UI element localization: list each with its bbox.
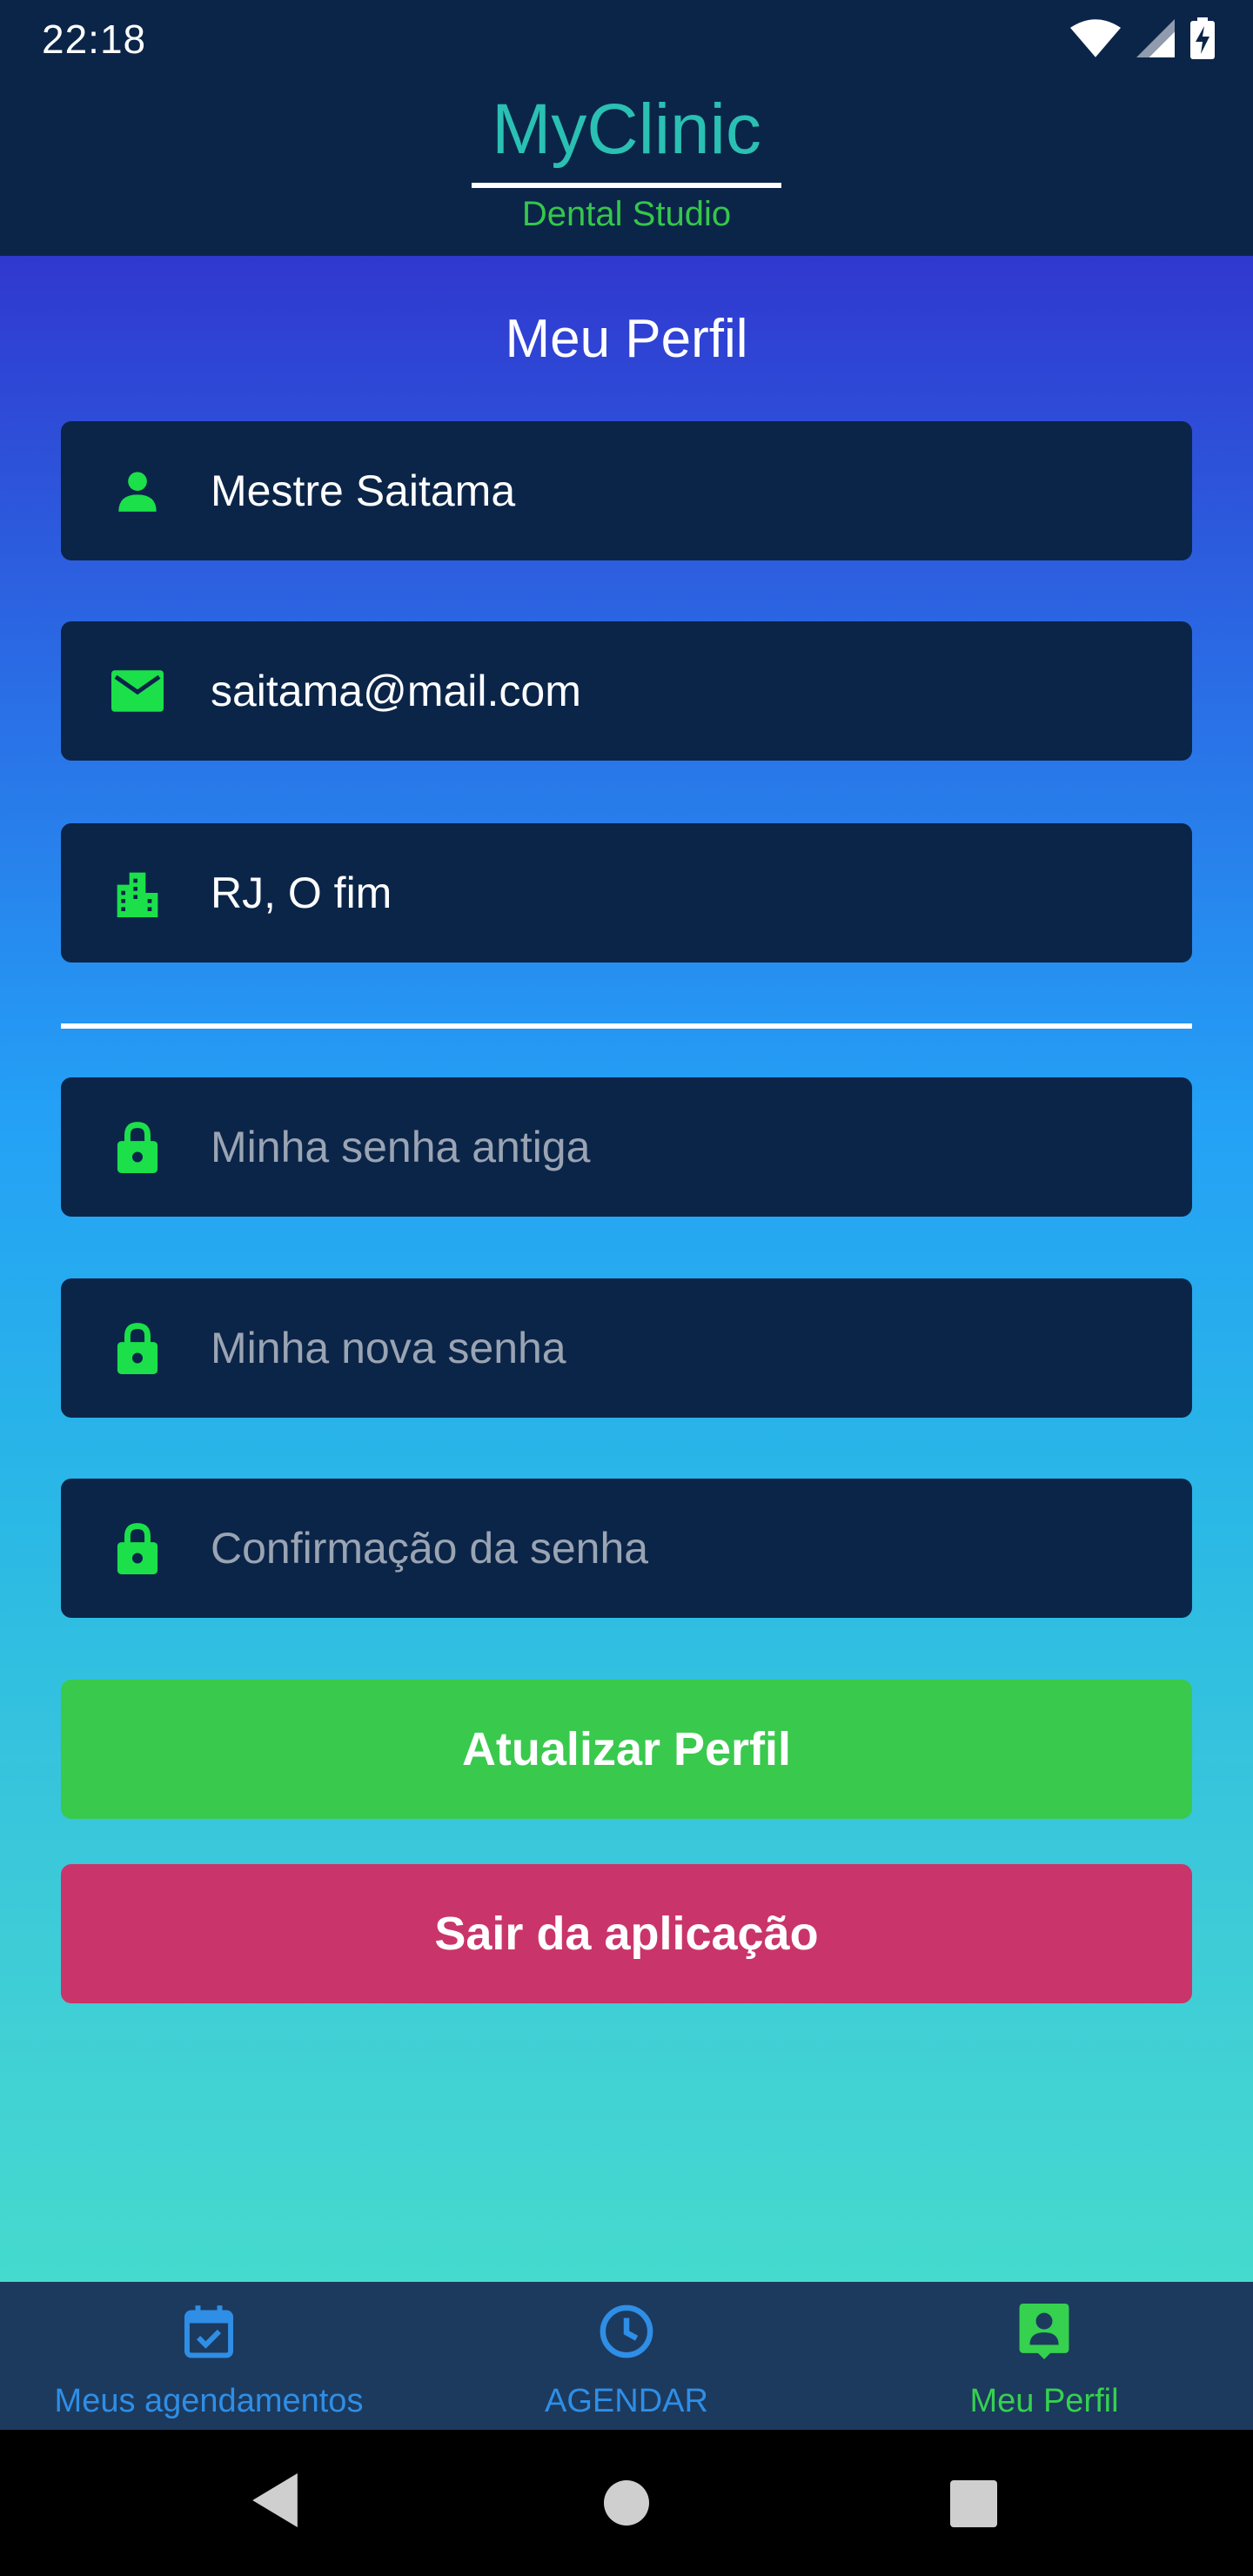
profile-content: Meu Perfil Mestre Saitama saitama@mail.c…: [0, 256, 1253, 2282]
lock-icon: [111, 1522, 164, 1574]
app-title: MyClinic: [492, 90, 761, 169]
old-password-placeholder: Minha senha antiga: [211, 1123, 591, 1171]
mail-icon: [111, 665, 164, 717]
page-title: Meu Perfil: [505, 309, 748, 369]
exit-app-button[interactable]: Sair da aplicação: [61, 1864, 1192, 2003]
section-divider: [61, 1023, 1192, 1029]
new-password-field[interactable]: Minha nova senha: [61, 1278, 1192, 1418]
person-icon: [111, 465, 164, 517]
address-field[interactable]: RJ, O fim: [61, 823, 1192, 963]
address-value: RJ, O fim: [211, 869, 392, 917]
wifi-icon: [1070, 19, 1121, 62]
app-header: MyClinic Dental Studio: [0, 77, 1253, 256]
nav-item-schedule[interactable]: AGENDAR: [418, 2282, 835, 2430]
app-subtitle: Dental Studio: [521, 195, 732, 233]
update-profile-button[interactable]: Atualizar Perfil: [61, 1680, 1192, 1819]
nav-label-my-profile: Meu Perfil: [969, 2383, 1119, 2419]
nav-item-my-appointments[interactable]: Meus agendamentos: [0, 2282, 418, 2430]
back-icon[interactable]: [252, 2473, 298, 2532]
new-password-placeholder: Minha nova senha: [211, 1324, 566, 1372]
battery-charging-icon: [1190, 17, 1215, 64]
name-value: Mestre Saitama: [211, 466, 516, 515]
nav-label-schedule: AGENDAR: [545, 2383, 708, 2419]
profile-card-icon: [1015, 2303, 1073, 2360]
title-underline: [472, 183, 781, 188]
confirm-password-placeholder: Confirmação da senha: [211, 1524, 649, 1573]
building-icon: [111, 867, 164, 919]
home-icon[interactable]: [604, 2480, 649, 2526]
recent-apps-icon[interactable]: [950, 2480, 997, 2527]
signal-icon: [1136, 19, 1175, 62]
lock-icon: [111, 1322, 164, 1374]
name-field[interactable]: Mestre Saitama: [61, 421, 1192, 560]
status-icons: [1070, 17, 1215, 64]
lock-icon: [111, 1121, 164, 1173]
system-navigation-bar: [0, 2430, 1253, 2576]
nav-item-my-profile[interactable]: Meu Perfil: [835, 2282, 1253, 2430]
status-time: 22:18: [42, 17, 147, 62]
nav-label-my-appointments: Meus agendamentos: [54, 2383, 364, 2419]
email-field[interactable]: saitama@mail.com: [61, 621, 1192, 761]
status-bar: 22:18: [0, 0, 1253, 77]
calendar-check-icon: [180, 2303, 238, 2360]
bottom-navigation: Meus agendamentos AGENDAR Meu Perfil: [0, 2282, 1253, 2430]
clock-icon: [598, 2303, 655, 2360]
old-password-field[interactable]: Minha senha antiga: [61, 1077, 1192, 1217]
email-value: saitama@mail.com: [211, 667, 581, 715]
confirm-password-field[interactable]: Confirmação da senha: [61, 1479, 1192, 1618]
